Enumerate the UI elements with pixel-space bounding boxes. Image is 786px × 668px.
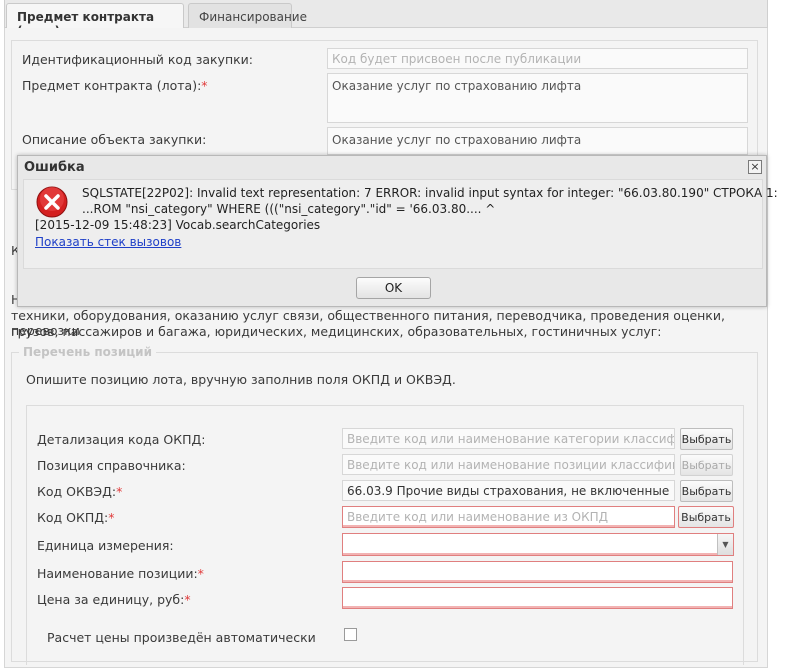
position-name-input[interactable] xyxy=(342,561,733,583)
subject-textarea[interactable]: Оказание услуг по страхованию лифта xyxy=(327,73,748,123)
error-dialog: Ошибка × SQLSTATE[22P02]: Invalid text r… xyxy=(17,155,778,307)
description-label: Описание объекта закупки: xyxy=(22,132,207,147)
required-mark: * xyxy=(116,484,123,499)
procurement-id-input[interactable]: Код будет присвоен после публикации xyxy=(327,48,748,69)
required-mark: * xyxy=(184,592,191,607)
close-icon[interactable]: × xyxy=(748,160,762,174)
tab-contract-subject[interactable]: Предмет контракта (лота) xyxy=(6,3,184,38)
okved-input[interactable]: 66.03.9 Прочие виды страхования, не вклю… xyxy=(342,480,675,501)
auto-price-label: Расчет цены произведён автоматически xyxy=(47,630,316,645)
catalog-position-label: Позиция справочника: xyxy=(37,458,186,473)
required-mark: * xyxy=(201,78,208,93)
okved-select-button[interactable]: Выбрать xyxy=(680,480,733,502)
tab-financing[interactable]: Финансирование xyxy=(188,3,307,29)
note-line-2: грузов, пассажиров и багажа, юридических… xyxy=(11,324,662,339)
unit-select[interactable]: ▼ xyxy=(342,533,734,556)
required-mark: * xyxy=(197,566,204,581)
dialog-title: Ошибка xyxy=(24,160,85,175)
unit-price-label: Цена за единицу, руб:* xyxy=(37,592,191,607)
description-textarea[interactable]: Оказание услуг по страхованию лифта xyxy=(327,127,748,155)
position-name-label: Наименование позиции:* xyxy=(37,566,204,581)
unit-label: Единица измерения: xyxy=(37,538,174,553)
show-stack-link[interactable]: Показать стек вызовов xyxy=(35,235,181,249)
chevron-down-icon[interactable]: ▼ xyxy=(717,534,733,555)
ok-button[interactable]: OK xyxy=(356,277,431,299)
positions-legend: Перечень позиций xyxy=(19,345,156,359)
subject-label: Предмет контракта (лота):* xyxy=(22,78,208,93)
dialog-body: SQLSTATE[22P02]: Invalid text representa… xyxy=(23,179,778,269)
auto-price-checkbox[interactable] xyxy=(344,628,357,641)
okved-label: Код ОКВЭД:* xyxy=(37,484,123,499)
okpd-detail-select-button[interactable]: Выбрать xyxy=(680,428,733,450)
error-message-line-2: ...ROM "nsi_category" WHERE ((("nsi_cate… xyxy=(82,202,496,216)
required-mark: * xyxy=(108,510,115,525)
positions-hint: Опишите позицию лота, вручную заполнив п… xyxy=(26,372,456,387)
catalog-position-select-button[interactable]: Выбрать xyxy=(680,454,733,476)
okpd-select-button[interactable]: Выбрать xyxy=(678,506,734,528)
okpd-detail-input[interactable]: Введите код или наименование категории к… xyxy=(342,428,675,449)
okpd-detail-label: Детализация кода ОКПД: xyxy=(37,432,206,447)
unit-price-input[interactable] xyxy=(342,587,733,609)
catalog-position-input[interactable]: Введите код или наименование позиции кла… xyxy=(342,454,675,475)
error-icon xyxy=(36,186,68,218)
procurement-id-label: Идентификационный код закупки: xyxy=(22,52,253,67)
error-message-line-1: SQLSTATE[22P02]: Invalid text representa… xyxy=(82,186,778,200)
error-timestamp: [2015-12-09 15:48:23] Vocab.searchCatego… xyxy=(35,218,321,232)
okpd-input[interactable]: Введите код или наименование из ОКПД xyxy=(342,506,675,528)
okpd-label: Код ОКПД:* xyxy=(37,510,115,525)
